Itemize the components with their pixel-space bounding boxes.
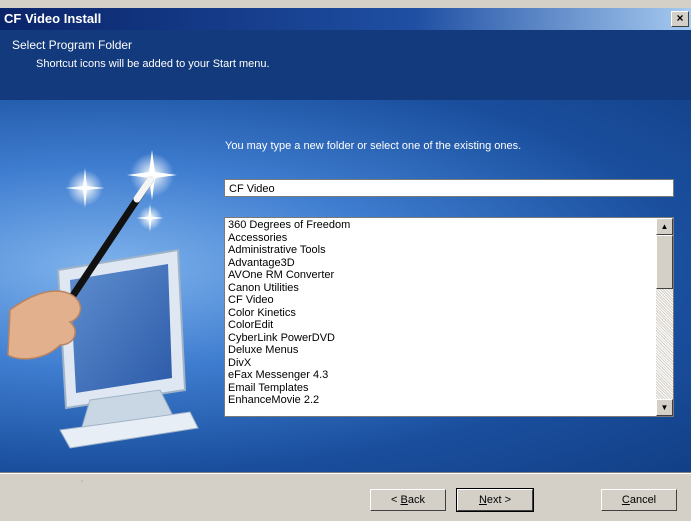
next-mnemonic: N [478,494,487,506]
back-mnemonic: B [400,494,408,506]
installer-window: CF Video Install × Select Program Folder… [0,0,691,521]
program-folder-input[interactable]: CF Video [224,179,674,197]
magic-wand-monitor-illustration [7,150,199,449]
list-item[interactable]: Advantage3D [228,257,654,270]
window-title: CF Video Install [4,11,102,26]
page-title: Select Program Folder [12,38,133,52]
list-item[interactable]: Deluxe Menus [228,344,654,357]
list-item[interactable]: Accessories [228,232,654,245]
list-item[interactable]: EnhanceMovie 2.2 [228,394,654,407]
list-item[interactable]: Email Templates [228,382,654,395]
list-item[interactable]: Color Kinetics [228,307,654,320]
list-item[interactable]: Canon Utilities [228,282,654,295]
list-item[interactable]: Administrative Tools [228,244,654,257]
cancel-mnemonic: C [621,494,630,506]
folder-items: 360 Degrees of Freedom Accessories Admin… [228,219,654,407]
instruction-text: You may type a new folder or select one … [225,140,522,152]
list-item[interactable]: 360 Degrees of Freedom [228,219,654,232]
list-item[interactable]: eFax Messenger 4.3 [228,369,654,382]
list-item[interactable]: ColorEdit [228,319,654,332]
back-button[interactable]: < Back [370,489,446,511]
cancel-label: ancel [629,494,657,506]
list-item[interactable]: AVOne RM Converter [228,269,654,282]
close-icon[interactable]: × [671,11,689,27]
vertical-scrollbar[interactable]: ▲ ▼ [656,218,673,416]
watermark-glyph: · [80,474,85,490]
next-button[interactable]: Next > [456,488,534,512]
title-bar: CF Video Install × [0,8,691,30]
next-label: ext > [486,494,512,506]
list-item[interactable]: DivX [228,357,654,370]
wizard-footer: · < Back Next > Cancel [0,474,691,521]
scroll-up-icon[interactable]: ▲ [656,218,673,235]
page-subtitle: Shortcut icons will be added to your Sta… [36,58,270,70]
wizard-content: You may type a new folder or select one … [0,100,691,472]
back-label: ack [407,494,425,506]
cancel-button[interactable]: Cancel [601,489,677,511]
scrollbar-thumb[interactable] [656,235,673,289]
list-item[interactable]: CF Video [228,294,654,307]
wizard-header: Select Program Folder Shortcut icons wil… [0,30,691,100]
existing-folders-list[interactable]: 360 Degrees of Freedom Accessories Admin… [224,217,674,417]
back-prefix: < [391,494,401,506]
scroll-down-icon[interactable]: ▼ [656,399,673,416]
list-item[interactable]: CyberLink PowerDVD [228,332,654,345]
